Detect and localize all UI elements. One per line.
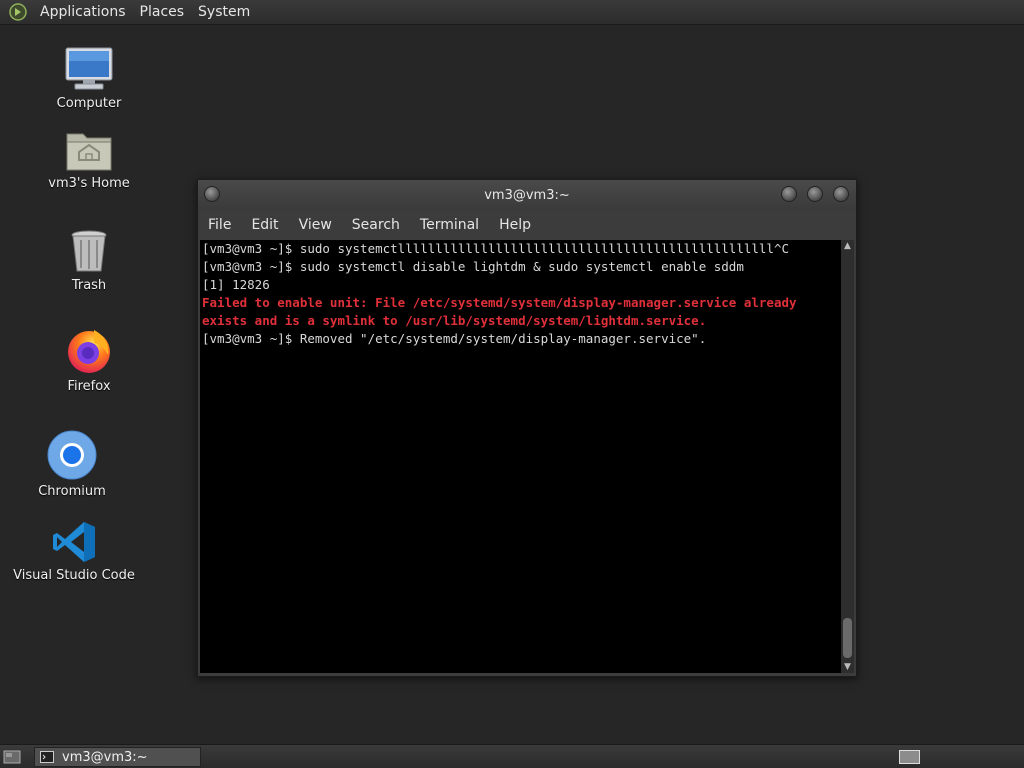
menu-terminal[interactable]: Terminal — [410, 211, 489, 239]
terminal-menubar: File Edit View Search Terminal Help — [198, 211, 856, 239]
scroll-down-icon[interactable]: ▼ — [841, 661, 854, 673]
scroll-thumb[interactable] — [843, 618, 852, 658]
desktop-icon-firefox[interactable]: Firefox — [29, 325, 149, 394]
terminal-line: [vm3@vm3 ~]$ Removed "/etc/systemd/syste… — [202, 331, 707, 346]
terminal-output[interactable]: [vm3@vm3 ~]$ sudo systemctllllllllllllll… — [200, 240, 841, 673]
menu-file[interactable]: File — [198, 211, 241, 239]
trash-icon — [71, 230, 107, 272]
system-menu[interactable]: System — [191, 0, 257, 24]
minimize-button[interactable] — [781, 186, 797, 202]
top-panel: Applications Places System — [0, 0, 1024, 25]
firefox-icon — [68, 330, 110, 373]
desktop-icon-label: Chromium — [38, 484, 106, 499]
maximize-button[interactable] — [807, 186, 823, 202]
terminal-error-line: exists and is a symlink to /usr/lib/syst… — [202, 313, 707, 328]
desktop-icon-label: Visual Studio Code — [13, 568, 135, 583]
menu-edit[interactable]: Edit — [241, 211, 288, 239]
scroll-up-icon[interactable]: ▲ — [841, 240, 854, 252]
workspace-switcher[interactable] — [899, 750, 920, 764]
mate-logo-icon[interactable] — [9, 3, 27, 21]
desktop-icon-chromium[interactable]: Chromium — [12, 430, 132, 499]
places-menu[interactable]: Places — [133, 0, 192, 24]
desktop-icon-vscode[interactable]: Visual Studio Code — [13, 520, 135, 583]
desktop-icon-label: vm3's Home — [48, 176, 130, 191]
applications-menu[interactable]: Applications — [33, 0, 133, 24]
menu-help[interactable]: Help — [489, 211, 541, 239]
desktop: Applications Places System Computer vm3'… — [0, 0, 1024, 768]
desktop-icon-home[interactable]: vm3's Home — [29, 128, 149, 191]
vscode-icon — [53, 522, 95, 562]
terminal-line: [vm3@vm3 ~]$ sudo systemctl disable ligh… — [202, 259, 744, 274]
show-desktop-icon[interactable] — [3, 749, 21, 765]
chromium-icon — [47, 430, 97, 480]
terminal-error-line: Failed to enable unit: File /etc/systemd… — [202, 295, 797, 310]
desktop-icon-label: Firefox — [67, 379, 111, 394]
home-folder-icon — [66, 133, 112, 171]
desktop-icon-label: Computer — [56, 96, 122, 111]
computer-icon — [65, 47, 113, 90]
taskbar-window-button[interactable]: vm3@vm3:~ — [34, 747, 201, 767]
window-menu-icon[interactable] — [204, 186, 220, 202]
terminal-line: [1] 12826 — [202, 277, 270, 292]
window-titlebar[interactable]: vm3@vm3:~ — [198, 180, 856, 210]
terminal-line: [vm3@vm3 ~]$ sudo systemctllllllllllllll… — [202, 241, 789, 256]
terminal-scrollbar[interactable]: ▲ ▼ — [841, 240, 854, 673]
desktop-icon-label: Trash — [71, 278, 107, 293]
terminal-icon — [40, 751, 54, 763]
close-button[interactable] — [833, 186, 849, 202]
desktop-icon-computer[interactable]: Computer — [29, 46, 149, 111]
menu-view[interactable]: View — [289, 211, 342, 239]
bottom-panel: vm3@vm3:~ — [0, 744, 1024, 768]
desktop-icon-trash[interactable]: Trash — [29, 228, 149, 293]
window-title: vm3@vm3:~ — [484, 187, 570, 203]
taskbar-window-label: vm3@vm3:~ — [62, 749, 148, 765]
terminal-window[interactable]: vm3@vm3:~ File Edit View Search Terminal… — [197, 179, 857, 677]
menu-search[interactable]: Search — [342, 211, 410, 239]
